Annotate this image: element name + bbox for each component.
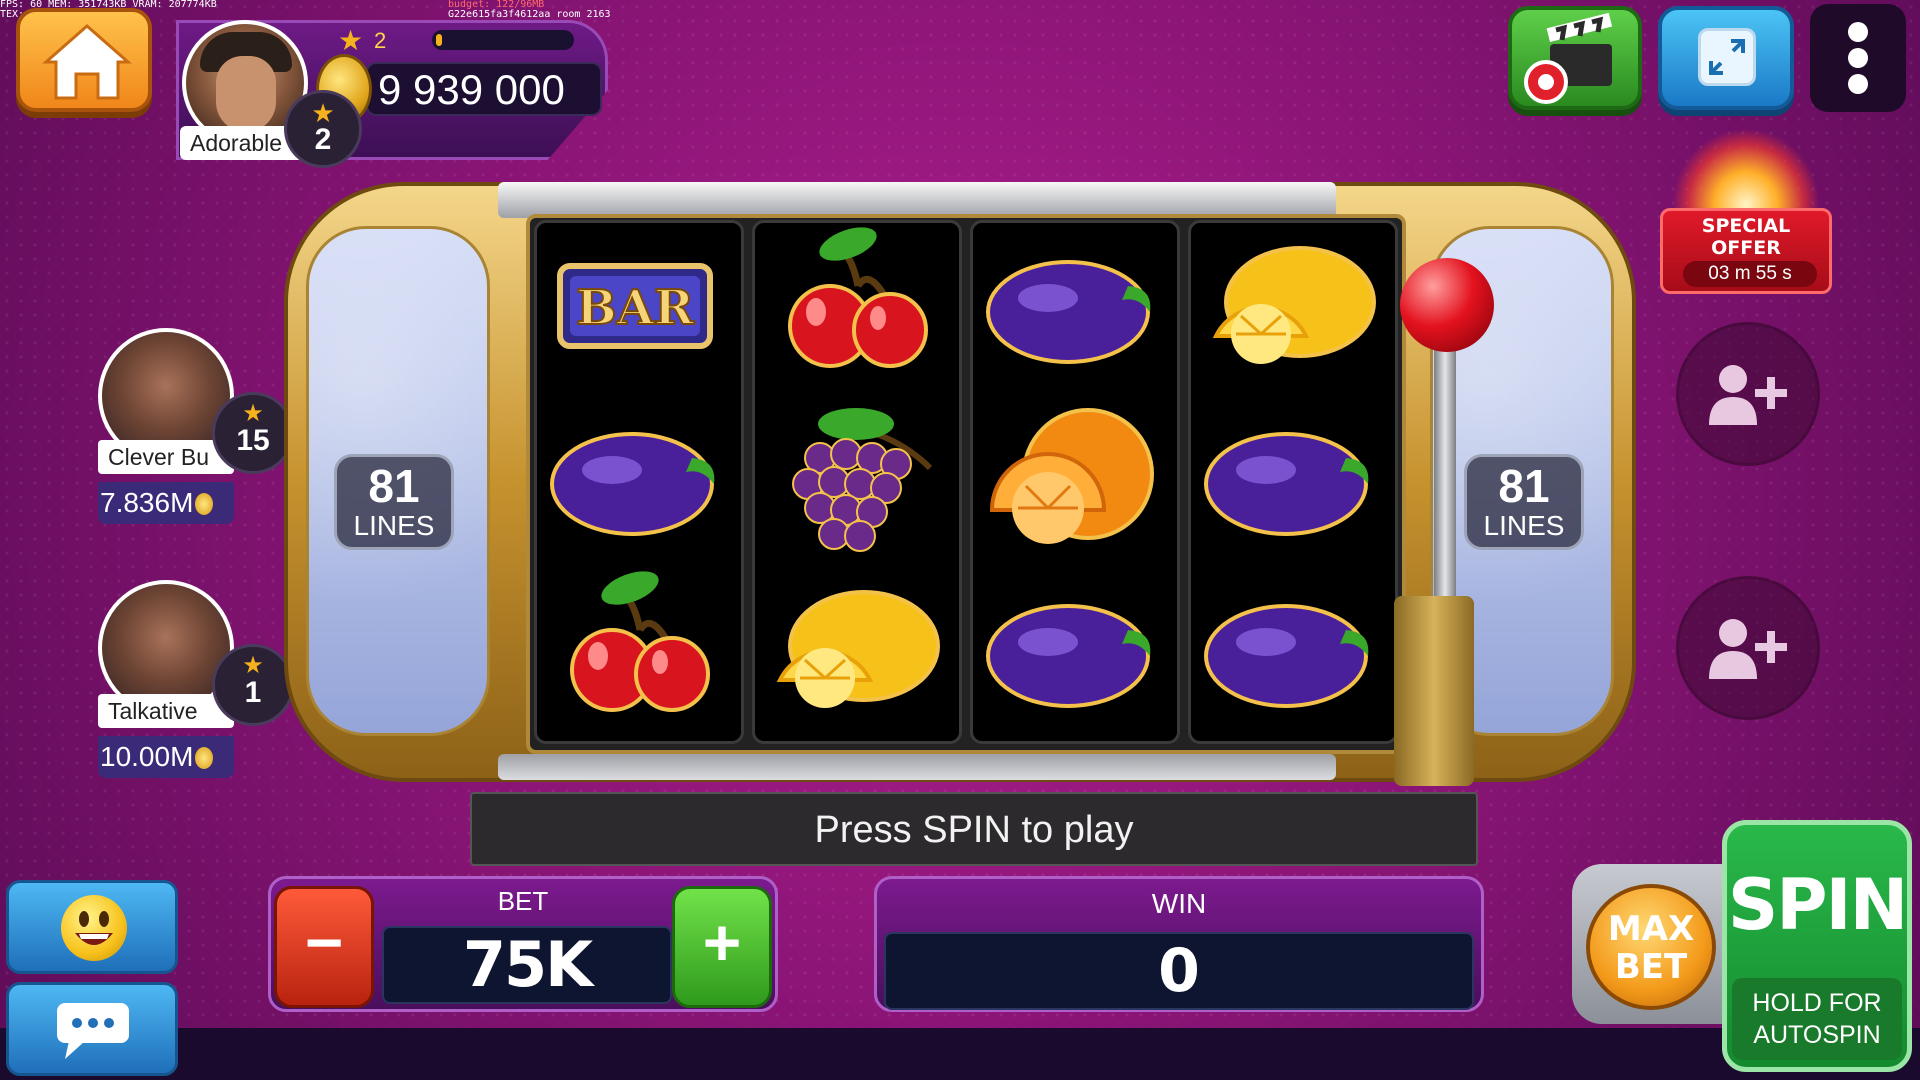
plum-symbol (1204, 604, 1369, 708)
autospin-hint-line-2: AUTOSPIN (1753, 1021, 1881, 1049)
other-player-coins: 7.836M (98, 482, 234, 524)
other-player-coins-value: 7.836M (100, 487, 194, 518)
video-reward-button[interactable] (1508, 6, 1642, 110)
max-bet-label-1: MAX (1607, 909, 1695, 949)
fullscreen-icon (1698, 28, 1756, 86)
other-player-coins-value: 10.00M (100, 741, 194, 772)
special-offer-line-2: OFFER (1711, 237, 1781, 259)
cherry-symbol (788, 227, 928, 368)
coin-icon (195, 747, 214, 769)
star-icon: ★ (338, 25, 364, 56)
star-icon: ★ (242, 400, 264, 427)
lemon-symbol (1212, 246, 1376, 364)
max-bet-button[interactable]: MAX BET (1586, 884, 1716, 1010)
bar-symbol-text: BAR (576, 280, 695, 336)
add-friend-icon (1709, 619, 1787, 679)
plum-symbol (1204, 432, 1369, 536)
reel-top-bar (498, 182, 1336, 218)
chat-button[interactable] (6, 982, 178, 1076)
status-message: Press SPIN to play (470, 792, 1478, 866)
max-bet-label-2: BET (1614, 947, 1688, 987)
other-player-level: 1 (244, 676, 262, 709)
invite-friend-button-1[interactable] (1676, 322, 1820, 466)
cherry-symbol (570, 571, 710, 712)
paylines-badge-right: 81 LINES (1464, 454, 1584, 550)
plum-symbol (550, 432, 715, 536)
coin-balance: 9 939 000 (378, 66, 565, 113)
chat-icon (57, 1003, 129, 1059)
other-player-level: 15 (236, 424, 270, 457)
plum-symbol (986, 260, 1151, 364)
spin-label: SPIN (1727, 864, 1908, 946)
invite-friend-button-2[interactable] (1676, 576, 1820, 720)
autospin-hint: HOLD FOR AUTOSPIN (1732, 978, 1902, 1060)
paylines-count: 81 (1498, 460, 1550, 512)
paylines-count: 81 (368, 460, 420, 512)
bet-label: BET (497, 886, 549, 916)
special-offer-line-1: SPECIAL (1701, 215, 1791, 237)
bar-symbol: BAR (557, 263, 713, 349)
emoji-icon (61, 895, 127, 961)
grapes-symbol (792, 408, 933, 552)
other-player-level-badge: ★ 15 (212, 392, 294, 474)
special-offer-timer: 03 m 55 s (1683, 261, 1817, 287)
star-icon: ★ (311, 98, 335, 128)
add-friend-icon (1709, 365, 1787, 425)
bet-value: 75K (462, 928, 593, 1001)
special-offer-button[interactable]: SPECIAL OFFER 03 m 55 s (1660, 208, 1832, 294)
video-clapper-icon (1524, 12, 1613, 104)
paylines-badge-left: 81 LINES (334, 454, 454, 550)
decrease-bet-button[interactable]: − (274, 886, 374, 1008)
win-label: WIN (1151, 888, 1207, 919)
lever-rod[interactable] (1434, 320, 1456, 610)
player-level-badge: ★ 2 (284, 90, 362, 168)
coin-icon (195, 493, 214, 515)
xp-level: 2 (374, 28, 387, 53)
bottom-strip (0, 1028, 1920, 1080)
autospin-hint-line-1: HOLD FOR (1752, 989, 1882, 1017)
fullscreen-button[interactable] (1658, 6, 1794, 110)
other-player-level-badge: ★ 1 (212, 644, 294, 726)
win-value: 0 (1158, 936, 1200, 1006)
xp-progress-bar (432, 30, 574, 50)
emoji-button[interactable] (6, 880, 178, 974)
xp-progress-fill (436, 34, 442, 46)
debug-budget: budget: 122/96MB G22e615fa3f4612aa room … (448, 0, 611, 20)
reel-bottom-bar (498, 754, 1336, 780)
home-button[interactable] (16, 8, 152, 112)
plum-symbol (986, 604, 1151, 708)
lever-base (1394, 596, 1474, 786)
lever-handle[interactable] (1400, 258, 1494, 352)
debug-hash: G22e615fa3f4612aa room 2163 (448, 9, 611, 20)
increase-bet-button[interactable]: + (672, 886, 772, 1008)
home-icon (42, 24, 132, 100)
paylines-label: LINES (353, 510, 435, 541)
player-level: 2 (314, 123, 332, 156)
star-icon: ★ (242, 652, 264, 679)
other-player-coins: 10.00M (98, 736, 234, 778)
orange-symbol (989, 408, 1154, 544)
more-menu-button[interactable] (1810, 4, 1906, 112)
lemon-symbol (776, 590, 940, 708)
paylines-label: LINES (1483, 510, 1565, 541)
